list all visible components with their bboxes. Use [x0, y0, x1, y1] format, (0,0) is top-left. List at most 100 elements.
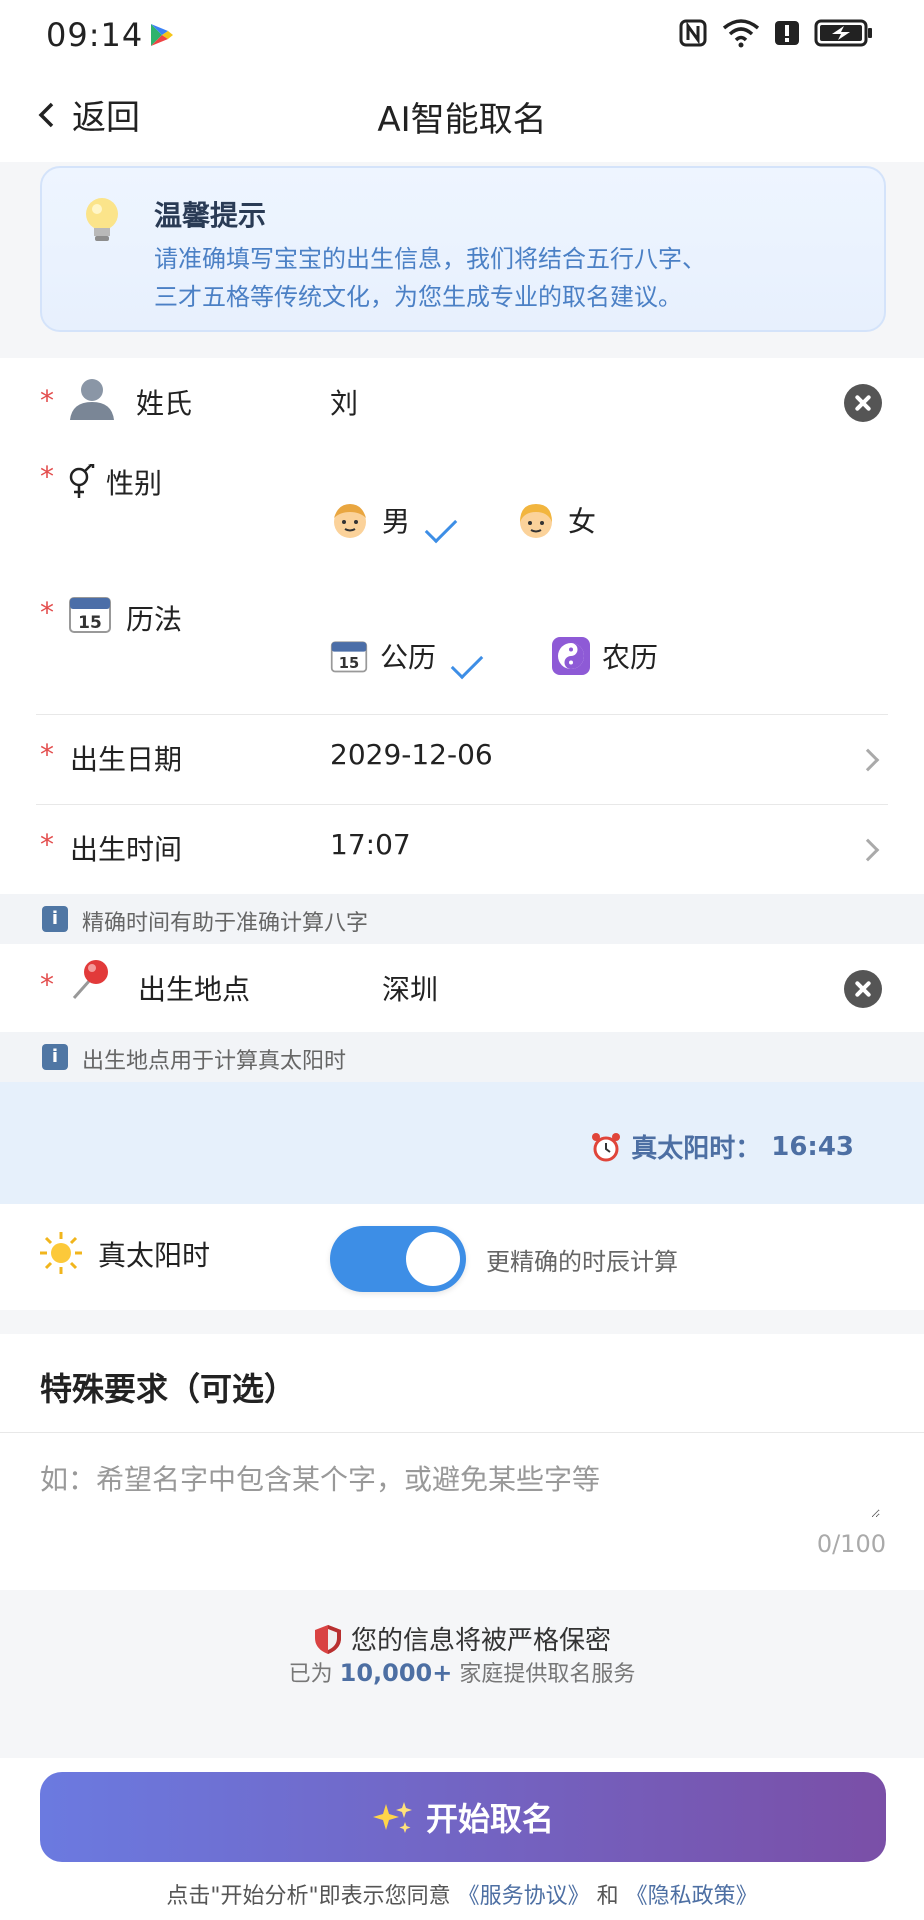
alert-icon: [775, 21, 799, 45]
birth-date-value: 2029-12-06: [330, 738, 493, 771]
privacy-text: 您的信息将被严格保密: [350, 1626, 611, 1656]
check-icon: [424, 510, 458, 544]
pushpin-icon: [72, 960, 108, 999]
required-mark: *: [40, 460, 54, 493]
svg-text:15: 15: [339, 655, 359, 672]
special-request-section: 特殊要求（可选） 0/100: [0, 1334, 924, 1590]
privacy-note: 您的信息将被严格保密 已为 10,000+ 家庭提供取名服务: [0, 1590, 924, 1758]
required-mark: *: [40, 968, 54, 1001]
calendar-icon: 15: [330, 641, 368, 673]
info-icon: i: [42, 906, 68, 932]
birth-place-input[interactable]: 深圳: [382, 968, 438, 1008]
char-counter: 0/100: [816, 1530, 886, 1558]
tip-body: 请准确填写宝宝的出生信息，我们将结合五行八字、 三才五格等传统文化，为您生成专业…: [154, 240, 854, 316]
boy-face-icon: [334, 504, 366, 538]
sparkles-icon: [372, 1802, 412, 1833]
birth-date-label: 出生日期: [70, 743, 183, 776]
true-solar-time-desc: 更精确的时辰计算: [486, 1248, 678, 1276]
shield-icon: [314, 1624, 341, 1654]
svg-text:15: 15: [78, 613, 102, 633]
birth-place-label: 出生地点: [138, 973, 251, 1006]
start-naming-button[interactable]: 开始取名: [40, 1772, 886, 1862]
birth-place-clear-button[interactable]: [844, 970, 882, 1008]
gender-option-female[interactable]: 女: [516, 500, 596, 540]
birth-time-label: 出生时间: [70, 833, 183, 866]
calendar-option-lunar-label: 农历: [602, 641, 659, 674]
agreement-text: 点击"开始分析"即表示您同意 《服务协议》 和 《隐私政策》: [0, 1878, 924, 1910]
tip-line-1: 请准确填写宝宝的出生信息，我们将结合五行八字、: [154, 245, 706, 273]
time-hint: i 精确时间有助于准确计算八字: [0, 894, 924, 944]
gender-icon: [69, 464, 95, 498]
nav-bar: 返回 AI智能取名: [0, 70, 924, 162]
girl-face-icon: [520, 504, 552, 538]
birth-info-form: * 姓氏 刘 * 性别 男 女 * 15 历法 15 公历 农历 * 出生日期 …: [0, 358, 924, 1082]
play-store-icon: [151, 24, 173, 46]
gender-option-male[interactable]: 男: [330, 500, 458, 544]
surname-clear-button[interactable]: [844, 384, 882, 422]
gender-option-male-label: 男: [382, 505, 411, 538]
surname-input[interactable]: 刘: [330, 382, 358, 422]
yin-yang-icon: [552, 637, 590, 675]
calendar-row: * 15 历法 15 公历 农历: [0, 584, 924, 720]
true-solar-time-row: 真太阳时 更精确的时辰计算: [0, 1204, 924, 1310]
time-hint-text: 精确时间有助于准确计算八字: [82, 911, 369, 936]
wifi-icon: [722, 19, 760, 48]
service-agreement-link[interactable]: 《服务协议》: [458, 1884, 590, 1909]
toggle-knob: [406, 1232, 460, 1286]
bottom-bar: 开始取名 点击"开始分析"即表示您同意 《服务协议》 和 《隐私政策》: [0, 1758, 924, 1920]
served-count: 10,000+: [339, 1659, 453, 1687]
chevron-right-icon: [856, 748, 880, 772]
true-solar-time-value: 16:43: [771, 1131, 854, 1162]
lightbulb-icon: [86, 198, 118, 241]
battery-charging-icon: [814, 19, 872, 47]
place-hint-text: 出生地点用于计算真太阳时: [82, 1049, 347, 1074]
gender-label: 性别: [106, 467, 163, 500]
required-mark: *: [40, 738, 54, 771]
info-icon: i: [42, 1044, 68, 1070]
true-solar-time-panel: 真太阳时： 16:43: [0, 1082, 924, 1204]
surname-label: 姓氏: [136, 387, 193, 420]
required-mark: *: [40, 828, 54, 861]
user-icon: [70, 379, 114, 420]
alarm-clock-icon: [592, 1132, 621, 1161]
status-icons: [678, 18, 874, 48]
chevron-right-icon: [856, 838, 880, 862]
calendar-option-solar[interactable]: 15 公历: [330, 636, 484, 680]
true-solar-time-readout: 真太阳时： 16:43: [591, 1128, 854, 1165]
tip-title: 温馨提示: [154, 199, 267, 232]
served-prefix: 已为: [288, 1662, 333, 1687]
birth-time-value: 17:07: [330, 828, 411, 861]
special-request-title: 特殊要求（可选）: [40, 1370, 297, 1408]
required-mark: *: [40, 384, 54, 417]
birth-place-row: * 出生地点 深圳: [0, 944, 924, 1032]
divider: [36, 804, 888, 805]
status-time: 09:14: [46, 16, 144, 54]
divider: [0, 1432, 924, 1433]
served-suffix: 家庭提供取名服务: [459, 1662, 636, 1687]
agreement-and: 和: [596, 1884, 619, 1909]
privacy-line-1: 您的信息将被严格保密: [0, 1620, 924, 1657]
surname-row: * 姓氏 刘: [0, 358, 924, 448]
page-title: AI智能取名: [377, 100, 547, 140]
calendar-option-lunar[interactable]: 农历: [552, 636, 658, 676]
birth-date-row[interactable]: * 出生日期 2029-12-06: [0, 716, 924, 804]
true-solar-time-toggle[interactable]: [330, 1226, 466, 1292]
start-naming-label: 开始取名: [425, 1800, 554, 1838]
special-request-input[interactable]: [40, 1458, 880, 1518]
gender-row: * 性别 男 女: [0, 448, 924, 584]
calendar-icon: 15: [69, 597, 111, 633]
birth-time-row[interactable]: * 出生时间 17:07: [0, 806, 924, 894]
check-icon: [450, 646, 484, 680]
true-solar-time-label: 真太阳时：: [631, 1134, 762, 1164]
nfc-icon: [679, 19, 707, 47]
tip-card: 温馨提示 请准确填写宝宝的出生信息，我们将结合五行八字、 三才五格等传统文化，为…: [40, 166, 886, 332]
divider: [36, 714, 888, 715]
privacy-policy-link[interactable]: 《隐私政策》: [626, 1884, 758, 1909]
privacy-line-2: 已为 10,000+ 家庭提供取名服务: [0, 1656, 924, 1688]
status-bar: 09:14: [0, 0, 924, 70]
agreement-prefix: 点击"开始分析"即表示您同意: [166, 1884, 451, 1909]
calendar-option-solar-label: 公历: [380, 641, 437, 674]
tip-line-2: 三才五格等传统文化，为您生成专业的取名建议。: [154, 283, 682, 311]
gender-option-female-label: 女: [568, 505, 597, 538]
required-mark: *: [40, 596, 54, 629]
